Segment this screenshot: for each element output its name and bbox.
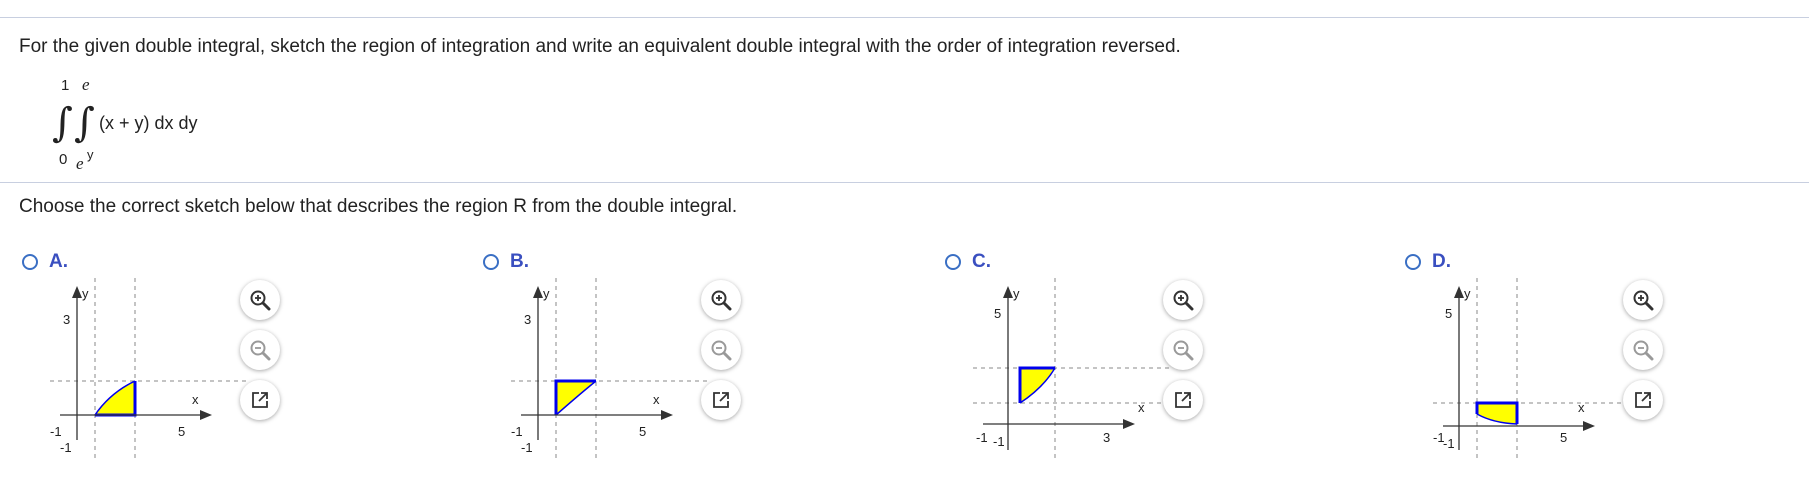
option-d-y-label: y (1464, 286, 1471, 301)
section-divider (0, 182, 1809, 183)
option-a-x-label: x (192, 392, 199, 407)
option-a-zoom-out-button[interactable] (240, 330, 280, 370)
option-b-radio[interactable] (483, 254, 499, 270)
option-a-zoom-in-button[interactable] (240, 280, 280, 320)
option-a-radio[interactable] (22, 254, 38, 270)
option-b-label[interactable]: B. (510, 251, 529, 273)
option-b-y-tick-top: 3 (524, 312, 531, 327)
option-a-x-tick-left: -1 (50, 424, 62, 439)
outer-lower-limit: 0 (59, 151, 68, 168)
option-c[interactable]: C. y 5 x -1 3 -1 (945, 250, 1365, 480)
option-d[interactable]: D. y 5 x -1 5 -1 (1405, 250, 1809, 480)
option-a-y-label: y (82, 286, 89, 301)
sub-question-text: Choose the correct sketch below that des… (19, 196, 738, 217)
integrand: (x + y) dx dy (99, 113, 198, 133)
option-b[interactable]: B. y 3 x -1 5 -1 (483, 250, 903, 480)
question-text: For the given double integral, sketch th… (19, 36, 1181, 57)
option-c-zoom-in-button[interactable] (1163, 280, 1203, 320)
option-d-pop-out-button[interactable] (1623, 380, 1663, 420)
inner-integral-sign: ∫ (74, 100, 95, 146)
option-c-y-label: y (1013, 286, 1020, 301)
option-b-x-tick-right: 5 (639, 424, 646, 439)
outer-integral-sign: ∫ (52, 100, 73, 146)
option-b-y-label: y (543, 286, 550, 301)
option-b-graph: y 3 x -1 5 -1 (511, 278, 711, 458)
option-d-zoom-out-button[interactable] (1623, 330, 1663, 370)
option-c-graph: y 5 x -1 3 -1 (973, 278, 1173, 458)
zoom-in-icon (1633, 290, 1654, 311)
inner-lower-limit-exponent: y (87, 147, 94, 162)
option-c-y-tick-top: 5 (994, 306, 1001, 321)
zoom-out-icon (1633, 340, 1654, 361)
zoom-in-icon (711, 290, 732, 311)
zoom-out-icon (1173, 340, 1194, 361)
option-d-y-tick-top: 5 (1445, 306, 1452, 321)
option-d-label[interactable]: D. (1432, 251, 1451, 273)
pop-out-icon (713, 392, 729, 408)
pop-out-icon (252, 392, 268, 408)
option-d-y-tick-bottom: -1 (1443, 436, 1455, 451)
option-b-pop-out-button[interactable] (701, 380, 741, 420)
option-d-zoom-in-button[interactable] (1623, 280, 1663, 320)
option-c-y-tick-bottom: -1 (993, 434, 1005, 449)
option-a-graph: y 3 x -1 5 -1 (50, 278, 250, 458)
option-b-zoom-out-button[interactable] (701, 330, 741, 370)
option-b-y-tick-bottom: -1 (521, 440, 533, 455)
option-c-label[interactable]: C. (972, 251, 991, 273)
option-c-radio[interactable] (945, 254, 961, 270)
option-a-y-tick-top: 3 (63, 312, 70, 327)
option-b-zoom-in-button[interactable] (701, 280, 741, 320)
option-c-zoom-out-button[interactable] (1163, 330, 1203, 370)
option-b-x-tick-left: -1 (511, 424, 523, 439)
option-c-x-tick-left: -1 (976, 430, 988, 445)
option-d-x-label: x (1578, 400, 1585, 415)
zoom-out-icon (711, 340, 732, 361)
option-d-radio[interactable] (1405, 254, 1421, 270)
option-a-pop-out-button[interactable] (240, 380, 280, 420)
outer-upper-limit: 1 (61, 77, 70, 94)
zoom-in-icon (250, 290, 271, 311)
option-a-x-tick-right: 5 (178, 424, 185, 439)
double-integral: 1 e ∫ ∫ (x + y) dx dy 0 e y (50, 75, 250, 175)
option-b-x-label: x (653, 392, 660, 407)
option-a[interactable]: A. y 3 x -1 5 -1 (22, 250, 442, 480)
option-d-x-tick-right: 5 (1560, 430, 1567, 445)
inner-lower-limit-base: e (76, 154, 84, 173)
option-c-pop-out-button[interactable] (1163, 380, 1203, 420)
top-divider (0, 17, 1809, 18)
pop-out-icon (1635, 392, 1651, 408)
option-d-graph: y 5 x -1 5 -1 (1433, 278, 1633, 458)
option-a-label[interactable]: A. (49, 251, 68, 273)
option-a-y-tick-bottom: -1 (60, 440, 72, 455)
option-c-x-label: x (1138, 400, 1145, 415)
zoom-out-icon (250, 340, 271, 361)
pop-out-icon (1175, 392, 1191, 408)
zoom-in-icon (1173, 290, 1194, 311)
option-c-x-tick-right: 3 (1103, 430, 1110, 445)
inner-upper-limit: e (82, 75, 90, 94)
